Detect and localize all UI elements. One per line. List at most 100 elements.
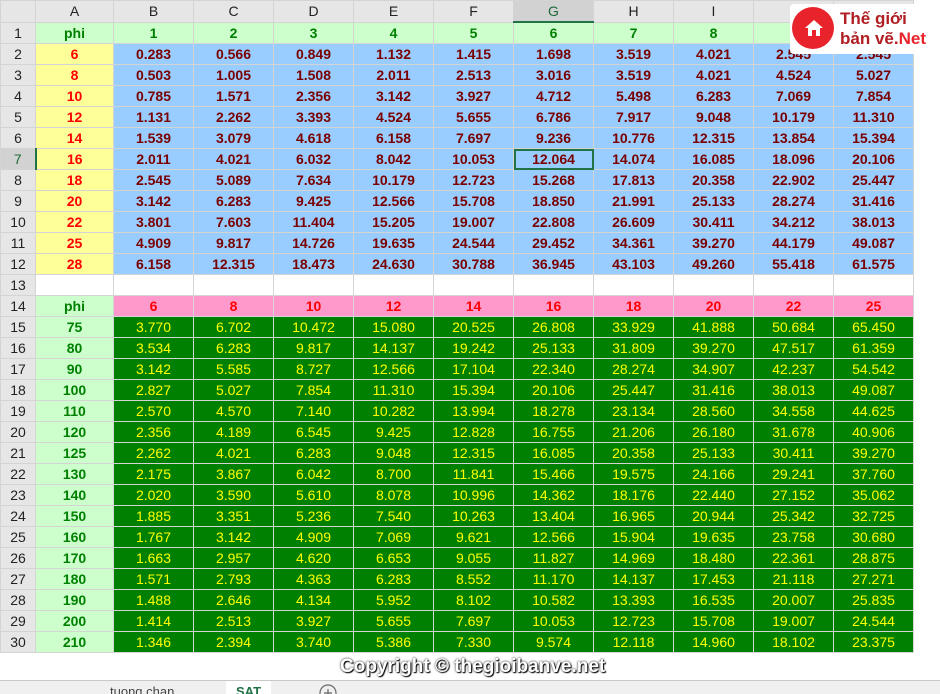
table1-area-cell[interactable]: 19.007 [433,211,514,233]
table1-area-cell[interactable]: 7.069 [753,85,834,107]
row-header-3[interactable]: 3 [0,64,36,86]
table2-area-cell[interactable]: 1.414 [113,610,194,632]
row-header-26[interactable]: 26 [0,547,36,569]
table1-area-cell[interactable]: 61.575 [833,253,914,275]
table2-area-cell[interactable]: 2.356 [113,421,194,443]
table2-area-cell[interactable]: 13.393 [593,589,674,611]
table2-area-cell[interactable]: 25.133 [673,442,754,464]
table2-area-cell[interactable]: 6.545 [273,421,354,443]
table1-area-cell[interactable]: 4.021 [673,43,754,65]
table2-area-cell[interactable]: 34.907 [673,358,754,380]
table1-area-cell[interactable]: 11.404 [273,211,354,233]
table2-area-cell[interactable]: 6.283 [353,568,434,590]
table2-area-cell[interactable]: 38.013 [753,379,834,401]
table1-area-cell[interactable]: 1.005 [193,64,274,86]
row-header-13[interactable]: 13 [0,274,36,296]
table1-area-cell[interactable]: 7.603 [193,211,274,233]
table2-area-cell[interactable]: 16.085 [513,442,594,464]
table1-area-cell[interactable]: 10.179 [353,169,434,191]
table1-area-cell[interactable]: 3.016 [513,64,594,86]
table2-area-cell[interactable]: 6.702 [193,316,274,338]
table2-area-cell[interactable]: 50.684 [753,316,834,338]
table2-spacing-cell[interactable]: 190 [35,589,114,611]
table2-area-cell[interactable]: 1.767 [113,526,194,548]
empty-cell[interactable] [353,274,434,296]
row-header-20[interactable]: 20 [0,421,36,443]
table1-area-cell[interactable]: 22.902 [753,169,834,191]
worksheet-table[interactable]: ABCDEFGHIJK 1phi12345678910260.2830.5660… [0,0,914,653]
table1-area-cell[interactable]: 0.503 [113,64,194,86]
table1-area-cell[interactable]: 1.571 [193,85,274,107]
table2-area-cell[interactable]: 11.310 [353,379,434,401]
table1-area-cell[interactable]: 13.854 [753,127,834,149]
table2-diameter-header[interactable]: 12 [353,295,434,317]
table1-area-cell[interactable]: 14.074 [593,148,674,170]
table2-area-cell[interactable]: 6.653 [353,547,434,569]
column-header-e[interactable]: E [353,0,434,23]
table2-area-cell[interactable]: 8.552 [433,568,514,590]
empty-cell[interactable] [35,274,114,296]
table1-area-cell[interactable]: 2.356 [273,85,354,107]
table1-area-cell[interactable]: 49.260 [673,253,754,275]
table1-area-cell[interactable]: 43.103 [593,253,674,275]
table1-area-cell[interactable]: 8.042 [353,148,434,170]
table1-area-cell[interactable]: 7.697 [433,127,514,149]
table2-area-cell[interactable]: 20.525 [433,316,514,338]
table2-area-cell[interactable]: 39.270 [673,337,754,359]
table2-area-cell[interactable]: 23.758 [753,526,834,548]
table1-area-cell[interactable]: 6.283 [673,85,754,107]
table2-diameter-header[interactable]: 18 [593,295,674,317]
table2-diameter-header[interactable]: 16 [513,295,594,317]
table2-area-cell[interactable]: 42.237 [753,358,834,380]
table1-area-cell[interactable]: 20.106 [833,148,914,170]
empty-cell[interactable] [273,274,354,296]
row-header-4[interactable]: 4 [0,85,36,107]
tab-sat[interactable]: SAT [226,681,272,694]
table2-area-cell[interactable]: 4.134 [273,589,354,611]
column-header-d[interactable]: D [273,0,354,23]
row-header-28[interactable]: 28 [0,589,36,611]
table2-area-cell[interactable]: 26.808 [513,316,594,338]
table2-area-cell[interactable]: 16.755 [513,421,594,443]
table2-area-cell[interactable]: 3.590 [193,484,274,506]
table2-area-cell[interactable]: 21.118 [753,568,834,590]
table1-area-cell[interactable]: 12.315 [673,127,754,149]
table2-area-cell[interactable]: 18.102 [753,631,834,653]
table2-area-cell[interactable]: 11.841 [433,463,514,485]
table2-area-cell[interactable]: 21.206 [593,421,674,443]
table1-area-cell[interactable]: 1.508 [273,64,354,86]
table2-area-cell[interactable]: 10.282 [353,400,434,422]
select-all-corner[interactable] [0,0,36,23]
table2-area-cell[interactable]: 4.363 [273,568,354,590]
column-header-a[interactable]: A [35,0,114,23]
table2-area-cell[interactable]: 28.274 [593,358,674,380]
table1-count-header[interactable]: 3 [273,21,354,44]
table1-phi-cell[interactable]: 12 [35,106,114,128]
table2-area-cell[interactable]: 19.635 [673,526,754,548]
table2-spacing-cell[interactable]: 200 [35,610,114,632]
row-header-6[interactable]: 6 [0,127,36,149]
table2-area-cell[interactable]: 4.189 [193,421,274,443]
table2-area-cell[interactable]: 31.809 [593,337,674,359]
table2-area-cell[interactable]: 12.315 [433,442,514,464]
table1-area-cell[interactable]: 38.013 [833,211,914,233]
table1-area-cell[interactable]: 25.133 [673,190,754,212]
table2-area-cell[interactable]: 7.854 [273,379,354,401]
table2-area-cell[interactable]: 25.342 [753,505,834,527]
row-header-29[interactable]: 29 [0,610,36,632]
table1-area-cell[interactable]: 2.513 [433,64,514,86]
table2-area-cell[interactable]: 9.817 [273,337,354,359]
table2-area-cell[interactable]: 1.346 [113,631,194,653]
table2-area-cell[interactable]: 17.104 [433,358,514,380]
table1-area-cell[interactable]: 19.635 [353,232,434,254]
table2-area-cell[interactable]: 13.404 [513,505,594,527]
table2-area-cell[interactable]: 17.453 [673,568,754,590]
table2-area-cell[interactable]: 14.137 [353,337,434,359]
table2-area-cell[interactable]: 65.450 [833,316,914,338]
table1-area-cell[interactable]: 34.361 [593,232,674,254]
table2-area-cell[interactable]: 9.048 [353,442,434,464]
table2-area-cell[interactable]: 3.351 [193,505,274,527]
table2-area-cell[interactable]: 3.770 [113,316,194,338]
table2-spacing-cell[interactable]: 120 [35,421,114,443]
empty-cell[interactable] [513,274,594,296]
